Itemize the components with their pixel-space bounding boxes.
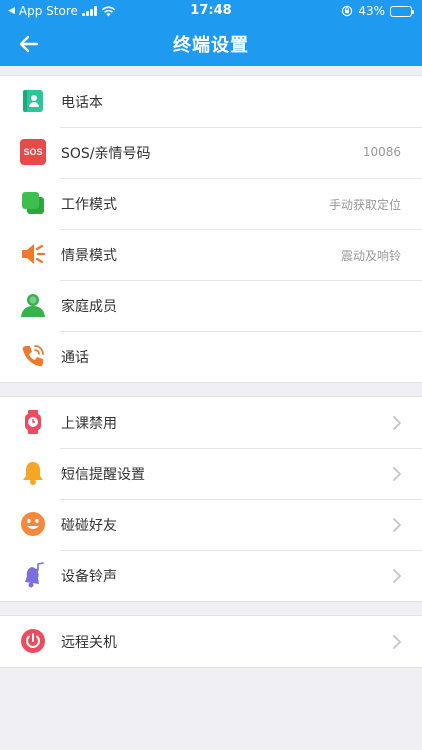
battery-percent: 43% bbox=[358, 4, 385, 18]
settings-group-power: 远程关机 bbox=[0, 615, 422, 668]
row-label: SOS/亲情号码 bbox=[61, 146, 151, 162]
contact-book-icon bbox=[23, 90, 43, 112]
page-title: 终端设置 bbox=[173, 35, 249, 56]
settings-group-extra: 上课禁用 短信提醒设置 碰碰好友 设备铃声 bbox=[0, 396, 422, 602]
row-label: 通话 bbox=[61, 350, 89, 366]
row-sms-reminder[interactable]: 短信提醒设置 bbox=[0, 448, 422, 499]
chevron-right-icon bbox=[393, 467, 401, 481]
phone-icon bbox=[22, 345, 44, 367]
row-value: 手动获取定位 bbox=[328, 198, 401, 212]
row-call[interactable]: 通话 bbox=[0, 331, 422, 382]
battery-icon bbox=[390, 5, 414, 17]
settings-group-basic: 电话本 SOS SOS/亲情号码 10086 工作模式 手动获取定位 情景模式 … bbox=[0, 75, 422, 383]
row-label: 远程关机 bbox=[61, 635, 117, 651]
row-sos[interactable]: SOS SOS/亲情号码 10086 bbox=[0, 127, 422, 178]
row-label: 情景模式 bbox=[61, 248, 117, 264]
row-label: 短信提醒设置 bbox=[61, 467, 145, 483]
chevron-right-icon bbox=[393, 569, 401, 583]
row-label: 电话本 bbox=[61, 95, 103, 111]
row-scene-mode[interactable]: 情景模式 震动及响铃 bbox=[0, 229, 422, 280]
sos-icon: SOS bbox=[20, 139, 46, 165]
row-value: 震动及响铃 bbox=[340, 249, 401, 263]
rotation-lock-icon bbox=[342, 5, 353, 17]
chevron-right-icon bbox=[393, 518, 401, 532]
status-bar: ◀ App Store 17:48 43% bbox=[0, 0, 422, 22]
row-class-ban[interactable]: 上课禁用 bbox=[0, 397, 422, 448]
smiley-icon bbox=[21, 512, 45, 536]
row-label: 上课禁用 bbox=[61, 416, 117, 432]
row-ringtone[interactable]: 设备铃声 bbox=[0, 550, 422, 601]
row-bump-friends[interactable]: 碰碰好友 bbox=[0, 499, 422, 550]
row-value: 10086 bbox=[362, 145, 401, 159]
row-remote-shutdown[interactable]: 远程关机 bbox=[0, 616, 422, 667]
row-label: 设备铃声 bbox=[61, 569, 117, 585]
nav-bar: 终端设置 bbox=[0, 22, 422, 66]
watch-icon bbox=[25, 410, 41, 434]
power-icon bbox=[21, 629, 45, 653]
speaker-icon bbox=[22, 244, 46, 264]
layers-icon bbox=[22, 192, 44, 214]
row-family[interactable]: 家庭成员 bbox=[0, 280, 422, 331]
top-bar: ◀ App Store 17:48 43% 终端设置 bbox=[0, 0, 422, 66]
status-right: 43% bbox=[341, 4, 414, 18]
row-label: 工作模式 bbox=[61, 197, 117, 213]
chevron-right-icon bbox=[393, 635, 401, 649]
row-work-mode[interactable]: 工作模式 手动获取定位 bbox=[0, 178, 422, 229]
bell-icon bbox=[23, 462, 43, 485]
music-bell-icon bbox=[25, 562, 44, 588]
row-label: 家庭成员 bbox=[61, 299, 117, 315]
row-label: 碰碰好友 bbox=[61, 518, 117, 534]
person-icon bbox=[21, 294, 45, 317]
row-phonebook[interactable]: 电话本 bbox=[0, 76, 422, 127]
chevron-right-icon bbox=[393, 416, 401, 430]
